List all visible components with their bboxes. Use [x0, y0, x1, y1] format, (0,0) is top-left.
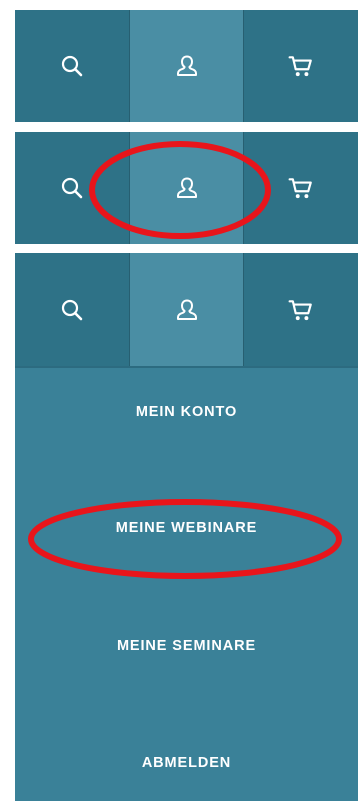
account-button[interactable] — [129, 10, 245, 122]
cart-button[interactable] — [244, 10, 358, 122]
user-icon — [175, 176, 199, 200]
menu-item-meine-webinare[interactable]: MEINE WEBINARE — [15, 520, 358, 536]
user-icon — [175, 298, 199, 322]
navbar-panel-2 — [15, 132, 358, 244]
search-icon — [60, 298, 84, 322]
navbar-panel-1 — [15, 10, 358, 122]
menu-item-meine-seminare[interactable]: MEINE SEMINARE — [15, 638, 358, 654]
user-icon — [175, 54, 199, 78]
search-button[interactable] — [15, 253, 130, 366]
navbar — [15, 132, 358, 244]
cart-button[interactable] — [244, 253, 358, 366]
search-icon — [60, 176, 84, 200]
search-button[interactable] — [15, 10, 130, 122]
search-button[interactable] — [15, 132, 130, 244]
cart-icon — [288, 297, 314, 323]
account-button[interactable] — [129, 253, 245, 366]
cart-icon — [288, 53, 314, 79]
search-icon — [60, 54, 84, 78]
menu-item-abmelden[interactable]: ABMELDEN — [15, 755, 358, 771]
navbar — [15, 253, 358, 368]
account-button[interactable] — [129, 132, 245, 244]
cart-icon — [288, 175, 314, 201]
navbar — [15, 10, 358, 122]
account-menu-panel: MEIN KONTO MEINE WEBINARE MEINE SEMINARE… — [15, 253, 358, 801]
menu-item-mein-konto[interactable]: MEIN KONTO — [15, 404, 358, 420]
cart-button[interactable] — [244, 132, 358, 244]
